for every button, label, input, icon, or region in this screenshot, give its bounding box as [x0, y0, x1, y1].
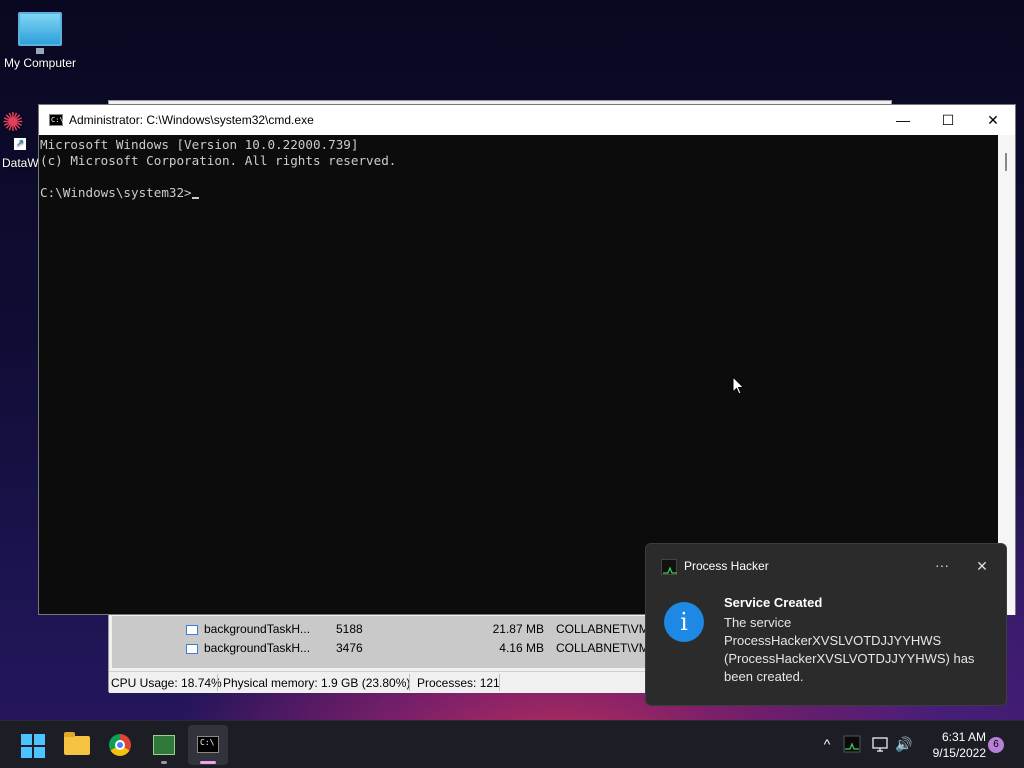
process-hacker-icon — [153, 735, 175, 755]
cpu-usage: CPU Usage: 18.74% — [111, 676, 222, 690]
notification-app-name: Process Hacker — [684, 559, 769, 573]
mouse-pointer-icon — [732, 376, 745, 395]
terminal-prompt-line[interactable]: C:\Windows\system32> — [40, 185, 999, 201]
divider — [409, 674, 410, 691]
desktop-icon-my-computer[interactable]: My Computer — [0, 8, 80, 70]
taskbar-file-explorer[interactable] — [57, 725, 97, 765]
process-list[interactable]: backgroundTaskH... 5188 21.87 MB COLLABN… — [112, 616, 653, 668]
cmd-app-icon: C:\ — [49, 114, 64, 126]
process-name: backgroundTaskH... — [204, 641, 311, 655]
network-icon[interactable] — [871, 735, 889, 753]
taskbar: C:\ ^ 🔊 6:31 AM 9/15/2022 6 — [0, 720, 1024, 768]
close-button[interactable]: ✕ — [970, 105, 1016, 135]
monitor-icon — [18, 12, 62, 54]
terminal-prompt: C:\Windows\system32> — [40, 185, 192, 200]
shortcut-arrow-icon: ↗ — [14, 138, 26, 150]
notification-count-badge[interactable]: 6 — [988, 737, 1004, 753]
start-button[interactable] — [12, 725, 52, 765]
taskbar-chrome[interactable] — [100, 725, 140, 765]
window-title: Administrator: C:\Windows\system32\cmd.e… — [69, 113, 314, 127]
table-row[interactable]: backgroundTaskH... 5188 21.87 MB COLLABN… — [112, 620, 653, 639]
notification-body: The service ProcessHackerXVSLVOTDJJYYHWS… — [724, 615, 975, 684]
process-pid: 3476 — [336, 641, 363, 655]
physical-memory: Physical memory: 1.9 GB (23.80%) — [223, 676, 411, 690]
notification-toast[interactable]: Process Hacker ··· ✕ i Service Created T… — [645, 543, 1007, 706]
table-row[interactable]: backgroundTaskH... 3476 4.16 MB COLLABNE… — [112, 639, 653, 658]
date: 9/15/2022 — [932, 746, 986, 760]
process-hacker-icon — [661, 559, 677, 575]
process-icon — [186, 625, 198, 635]
scrollbar-thumb[interactable] — [1005, 153, 1007, 171]
terminal-line: Microsoft Windows [Version 10.0.22000.73… — [40, 137, 359, 152]
process-memory: 4.16 MB — [499, 641, 544, 655]
process-icon — [186, 644, 198, 654]
active-indicator — [200, 761, 216, 764]
notification-heading: Service Created — [724, 595, 823, 610]
more-options-button[interactable]: ··· — [930, 554, 954, 578]
maximize-button[interactable]: ☐ — [925, 105, 971, 135]
dataw-app-icon: ✺ — [2, 107, 24, 137]
show-hidden-icons-chevron-icon[interactable]: ^ — [818, 735, 836, 753]
process-user: COLLABNET\VM( — [556, 641, 653, 655]
process-user: COLLABNET\VM( — [556, 622, 653, 636]
folder-icon — [64, 732, 90, 755]
divider — [217, 674, 218, 691]
time: 6:31 AM — [941, 730, 986, 744]
running-indicator — [161, 761, 167, 764]
notification-close-button[interactable]: ✕ — [970, 554, 994, 578]
windows-logo-icon — [21, 734, 45, 758]
desktop-icon-label: My Computer — [3, 56, 77, 70]
clock[interactable]: 6:31 AM 9/15/2022 — [916, 729, 986, 761]
terminal-line: (c) Microsoft Corporation. All rights re… — [40, 153, 397, 168]
process-hacker-tray-icon[interactable] — [843, 735, 861, 753]
cmd-title-bar[interactable]: C:\ Administrator: C:\Windows\system32\c… — [39, 105, 1015, 135]
chrome-icon — [109, 734, 131, 756]
taskbar-process-hacker[interactable] — [144, 725, 184, 765]
process-pid: 5188 — [336, 622, 363, 636]
cmd-window[interactable]: C:\ Administrator: C:\Windows\system32\c… — [38, 104, 1016, 615]
taskbar-command-prompt[interactable]: C:\ — [188, 725, 228, 765]
desktop-icon-label: DataW — [2, 156, 39, 170]
divider — [499, 674, 500, 691]
info-icon: i — [664, 602, 704, 642]
volume-icon[interactable]: 🔊 — [895, 735, 913, 753]
minimize-button[interactable]: — — [880, 105, 926, 135]
process-name: backgroundTaskH... — [204, 622, 311, 636]
desktop-icon-dataw[interactable]: ✺ ↗ DataW — [2, 107, 42, 170]
process-count: Processes: 121 — [417, 676, 500, 690]
process-memory: 21.87 MB — [492, 622, 544, 636]
text-cursor — [191, 197, 199, 199]
cmd-icon: C:\ — [197, 736, 219, 753]
